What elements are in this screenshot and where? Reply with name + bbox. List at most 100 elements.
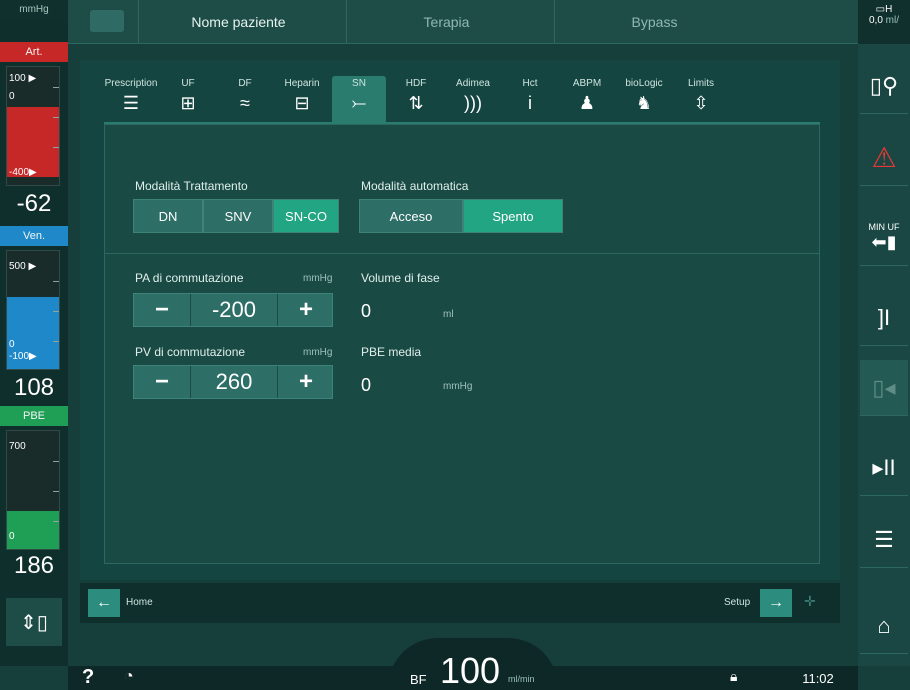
ven-gauge: 500 ▶ 0 -100▶ [6,250,60,370]
min-uf-button[interactable]: MIN UF ⬅▮ [860,210,908,266]
tab-adimea[interactable]: Adimea))) [446,76,500,124]
minus-icon: − [154,296,169,323]
tab-therapy[interactable]: Terapia [346,0,546,44]
pbe-average-label: PBE media [361,345,422,359]
mode-dn-button[interactable]: DN [133,199,203,233]
bf-label: BF [410,672,427,687]
auto-off-button[interactable]: Spento [463,199,563,233]
pa-increment-button[interactable]: + [278,294,334,326]
tab-label: Hct [522,78,538,89]
tab-abpm[interactable]: ABPM ♟ [560,76,614,124]
app-root: mmHg Art. 100 ▶ 0 -400▶ -62 Ven. 500 ▶ 0… [0,0,910,690]
pv-increment-button[interactable]: + [278,366,334,398]
status-bar: ? ◔ BF 100 ml/min 🔒︎ 11:02 [68,638,858,690]
min-uf-label: MIN UF [868,222,900,232]
pbe-upper-limit: 700 [9,441,26,452]
level-adjust-icon: ⇕▯ [20,611,48,634]
art-upper-limit: 100 ▶ [9,73,37,84]
tab-limits-icon: ⇳ [693,93,709,113]
bag-button[interactable]: ▯◂ [860,360,908,416]
tab-label: Adimea [456,78,490,89]
pv-switch-label: PV di commutazione [135,345,246,359]
menu-button[interactable]: ☰ [860,512,908,568]
patient-disconnect-button[interactable]: ▯⚲ [860,58,908,114]
tab-df[interactable]: DF ≈ [218,76,272,124]
lock-icon[interactable]: 🔒︎ [730,668,737,685]
tab-label: bioLogic [625,78,663,89]
tab-df-icon: ≈ [240,93,250,113]
tab-limits[interactable]: Limits ⇳ [674,76,728,124]
phase-volume-unit: ml [443,309,454,320]
tab-hct-icon: i [528,93,532,113]
right-toolbar: ▭H 0,0 ml/ ▯⚲ ⚠ MIN UF ⬅▮ ]I ▯◂ ▸II ☰ ⌂ [858,0,910,666]
tab-bypass[interactable]: Bypass [554,0,754,44]
home-nav-label: Home [126,597,153,608]
tab-sn-icon: ⤚ [351,93,367,113]
tab-uf[interactable]: UF ⊞ [161,76,215,124]
clock: 11:02 [802,671,834,686]
phase-volume-label: Volume di fase [361,271,440,285]
plus-icon: + [298,296,313,323]
pa-switch-unit: mmHg [303,273,333,284]
home-button[interactable]: ⌂ [860,598,908,654]
auto-mode-label: Modalità automatica [361,179,469,193]
tab-label: SN [352,78,366,89]
menu-list-icon: ☰ [874,526,894,552]
pv-switch-stepper: − 260 + [133,365,333,399]
pbe-gauge-fill [7,511,59,549]
patient-card-icon[interactable] [90,10,124,32]
tab-biologic-icon: ♞ [635,93,653,113]
minus-icon: − [154,368,169,395]
ven-value: 108 [13,374,55,401]
art-zero-mark: 0 [9,91,15,102]
home-back-button[interactable]: ← [88,589,120,617]
art-value: -62 [16,190,52,217]
bf-value: 100 [440,650,501,690]
alarm-button[interactable]: ⚠ [860,130,908,186]
arrow-left-icon: ← [96,594,112,611]
tab-hdf[interactable]: HDF ⇅ [389,76,443,124]
main-panel: Prescription ☰ UF ⊞ DF ≈ Heparin ⊟ SN ⤚ HDF ⇅ Adimea… [80,60,840,580]
ven-upper-limit: 500 ▶ [9,261,37,272]
pv-switch-value: 260 [190,366,278,398]
pbe-gauge: 700 0 [6,430,60,550]
tab-sn[interactable]: SN ⤚ [332,76,386,124]
uf-unit: ml/ [885,15,900,26]
tab-label: ABPM [572,78,602,89]
ven-label: Ven. [0,226,68,246]
setup-forward-button[interactable]: → [760,589,792,617]
tab-patient-name[interactable]: Nome paziente [138,0,338,44]
help-icon[interactable]: ? [82,666,94,689]
pressure-unit: mmHg [0,0,68,20]
pbe-zero-mark: 0 [9,531,15,542]
uf-readout: ▭H 0,0 ml/ [858,0,910,44]
pa-decrement-button[interactable]: − [134,294,190,326]
blood-flow-display[interactable]: BF 100 ml/min [388,638,558,690]
ven-zero-mark: 0 [9,339,15,350]
level-adjust-button[interactable]: ⇕▯ [6,598,62,646]
bracket-button[interactable]: ]I [860,290,908,346]
top-bar: Nome paziente Terapia Bypass [68,0,858,44]
grid-dots-icon: ✛ [804,593,816,609]
art-gauge: 100 ▶ 0 -400▶ [6,66,60,186]
tab-hct[interactable]: Hct i [503,76,557,124]
play-pause-button[interactable]: ▸II [860,440,908,496]
tab-prescription[interactable]: Prescription ☰ [104,76,158,124]
tab-adimea-icon: ))) [464,93,482,113]
art-lower-limit: -400▶ [9,167,37,178]
setup-nav-label: Setup [724,597,751,608]
tab-abpm-icon: ♟ [578,93,596,113]
tab-label: UF [181,78,195,89]
tab-label: Heparin [284,78,320,89]
tab-heparin[interactable]: Heparin ⊟ [275,76,329,124]
timer-icon[interactable]: ◔ [124,668,134,686]
navigation-bar: ← Home Setup → ✛ [80,583,840,623]
arrow-right-icon: → [768,594,784,611]
auto-on-button[interactable]: Acceso [359,199,463,233]
tab-label: HDF [405,78,427,89]
tab-biologic[interactable]: bioLogic ♞ [617,76,671,124]
pv-decrement-button[interactable]: − [134,366,190,398]
pbe-average-value: 0 [361,375,372,395]
mode-snv-button[interactable]: SNV [203,199,273,233]
mode-snco-button[interactable]: SN-CO [273,199,339,233]
